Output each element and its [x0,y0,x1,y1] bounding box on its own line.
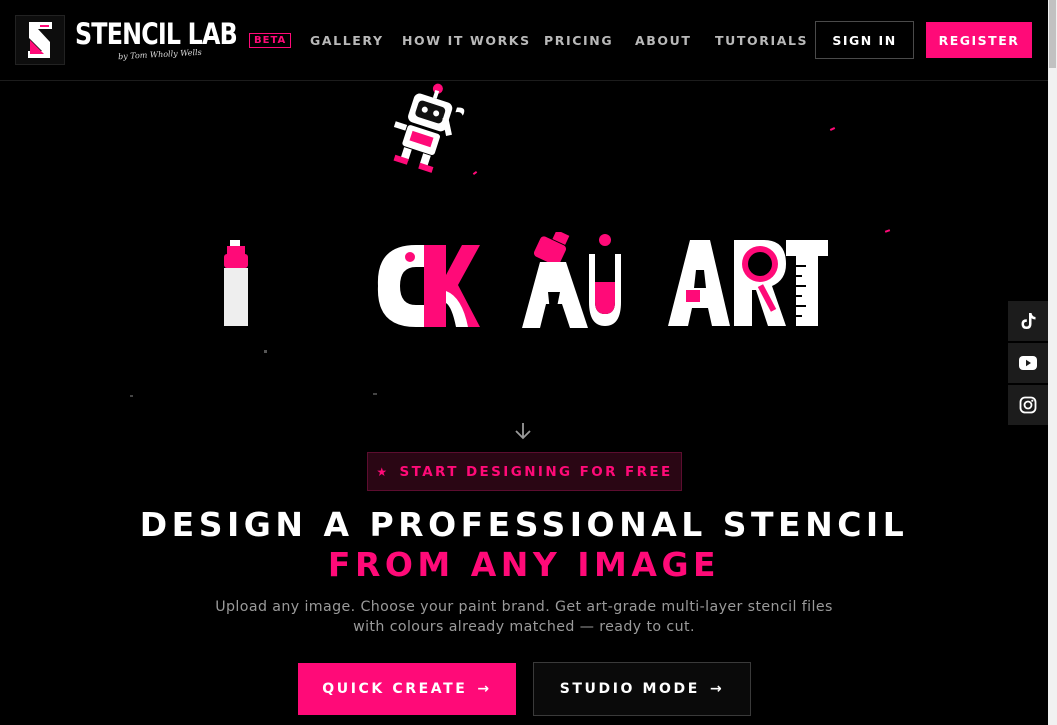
logo-icon[interactable] [15,15,65,65]
instagram-icon[interactable] [1008,385,1048,425]
paint-speck [130,395,133,397]
star-icon: ★ [376,464,390,479]
paint-speck [373,393,377,395]
paint-speck [264,350,267,353]
nav-pricing[interactable]: PRICING [544,33,613,48]
beta-badge: BETA [249,33,292,48]
top-navigation: STENCIL LAB by Tom Wholly Wells BETA GAL… [0,0,1048,81]
studio-mode-label: STUDIO MODE [559,681,700,697]
test-tube-icon [589,234,621,326]
hero-headline: DESIGN A PROFESSIONAL STENCIL FROM ANY I… [0,505,1048,585]
start-free-badge[interactable]: ★ START DESIGNING FOR FREE [367,452,682,491]
art-letter-a [522,232,588,328]
quick-create-button[interactable]: QUICK CREATE → [298,663,516,715]
paint-speck [472,171,478,175]
headline-line-1: DESIGN A PROFESSIONAL STENCIL [139,505,909,544]
quick-create-label: QUICK CREATE [322,681,468,697]
badge-label: START DESIGNING FOR FREE [399,463,673,480]
robot-icon [393,83,465,173]
page-scrollbar[interactable] [1048,0,1057,725]
art-word-art [668,240,828,326]
nav-tutorials[interactable]: TUTORIALS [715,33,808,48]
nav-gallery[interactable]: GALLERY [310,33,384,48]
headline-line-2: FROM ANY IMAGE [327,545,721,584]
nav-about[interactable]: ABOUT [635,33,692,48]
subtext-line-1: Upload any image. Choose your paint bran… [215,599,833,615]
youtube-icon[interactable] [1008,343,1048,383]
nav-how-it-works[interactable]: HOW IT WORKS [402,33,531,48]
tiktok-icon[interactable] [1008,301,1048,341]
scrollbar-thumb[interactable] [1049,0,1056,68]
hero-subtext: Upload any image. Choose your paint bran… [174,597,874,637]
studio-mode-button[interactable]: STUDIO MODE → [533,662,751,716]
spray-can-icon [224,240,248,326]
register-button[interactable]: REGISTER [926,22,1032,58]
scroll-down-arrow-icon[interactable] [513,421,533,445]
paint-speck [829,127,836,131]
art-letters-ck [377,245,480,327]
arrow-right-icon: → [709,681,725,697]
sign-in-button[interactable]: SIGN IN [815,21,914,59]
paint-speck [884,229,891,233]
hero-illustration [0,80,1048,420]
brand-name[interactable]: STENCIL LAB [75,18,238,50]
arrow-right-icon: → [477,681,492,697]
subtext-line-2: with colours already matched — ready to … [353,619,695,635]
